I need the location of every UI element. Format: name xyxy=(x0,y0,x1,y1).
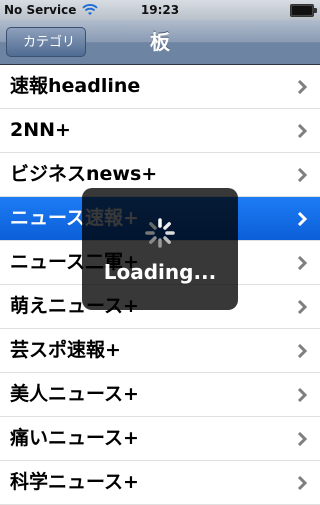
chevron-right-icon xyxy=(297,168,308,182)
status-bar: No Service 19:23 xyxy=(0,0,320,20)
chevron-right-icon xyxy=(297,80,308,94)
spinner-icon xyxy=(145,218,175,248)
navigation-bar: 板 カテゴリ xyxy=(0,20,320,65)
loading-text: Loading... xyxy=(103,260,217,284)
chevron-right-icon xyxy=(297,344,308,358)
list-item-label: 2NN+ xyxy=(10,119,71,141)
loading-overlay: Loading... xyxy=(82,188,238,310)
list-item[interactable]: 科学ニュース+ xyxy=(0,461,320,505)
chevron-right-icon xyxy=(297,476,308,490)
list-item-label: 美人ニュース+ xyxy=(10,383,139,405)
list-item[interactable]: 芸スポ速報+ xyxy=(0,329,320,373)
list-item[interactable]: 2NN+ xyxy=(0,109,320,153)
list-item[interactable]: 痛いニュース+ xyxy=(0,417,320,461)
list-item-label: 速報headline xyxy=(10,75,141,97)
list-item-label: 芸スポ速報+ xyxy=(10,339,121,361)
chevron-right-icon xyxy=(297,256,308,270)
chevron-right-icon xyxy=(297,388,308,402)
list-item-label: 痛いニュース+ xyxy=(10,427,139,449)
back-button-label: カテゴリ xyxy=(23,35,76,50)
battery-icon xyxy=(290,4,317,17)
list-item[interactable]: 美人ニュース+ xyxy=(0,373,320,417)
list-item[interactable]: 速報headline xyxy=(0,65,320,109)
chevron-right-icon xyxy=(297,432,308,446)
list-item-label: 科学ニュース+ xyxy=(10,471,139,493)
chevron-right-icon xyxy=(297,212,308,226)
clock: 19:23 xyxy=(140,3,180,17)
chevron-right-icon xyxy=(297,124,308,138)
back-button[interactable]: カテゴリ xyxy=(6,27,87,57)
chevron-right-icon xyxy=(297,300,308,314)
